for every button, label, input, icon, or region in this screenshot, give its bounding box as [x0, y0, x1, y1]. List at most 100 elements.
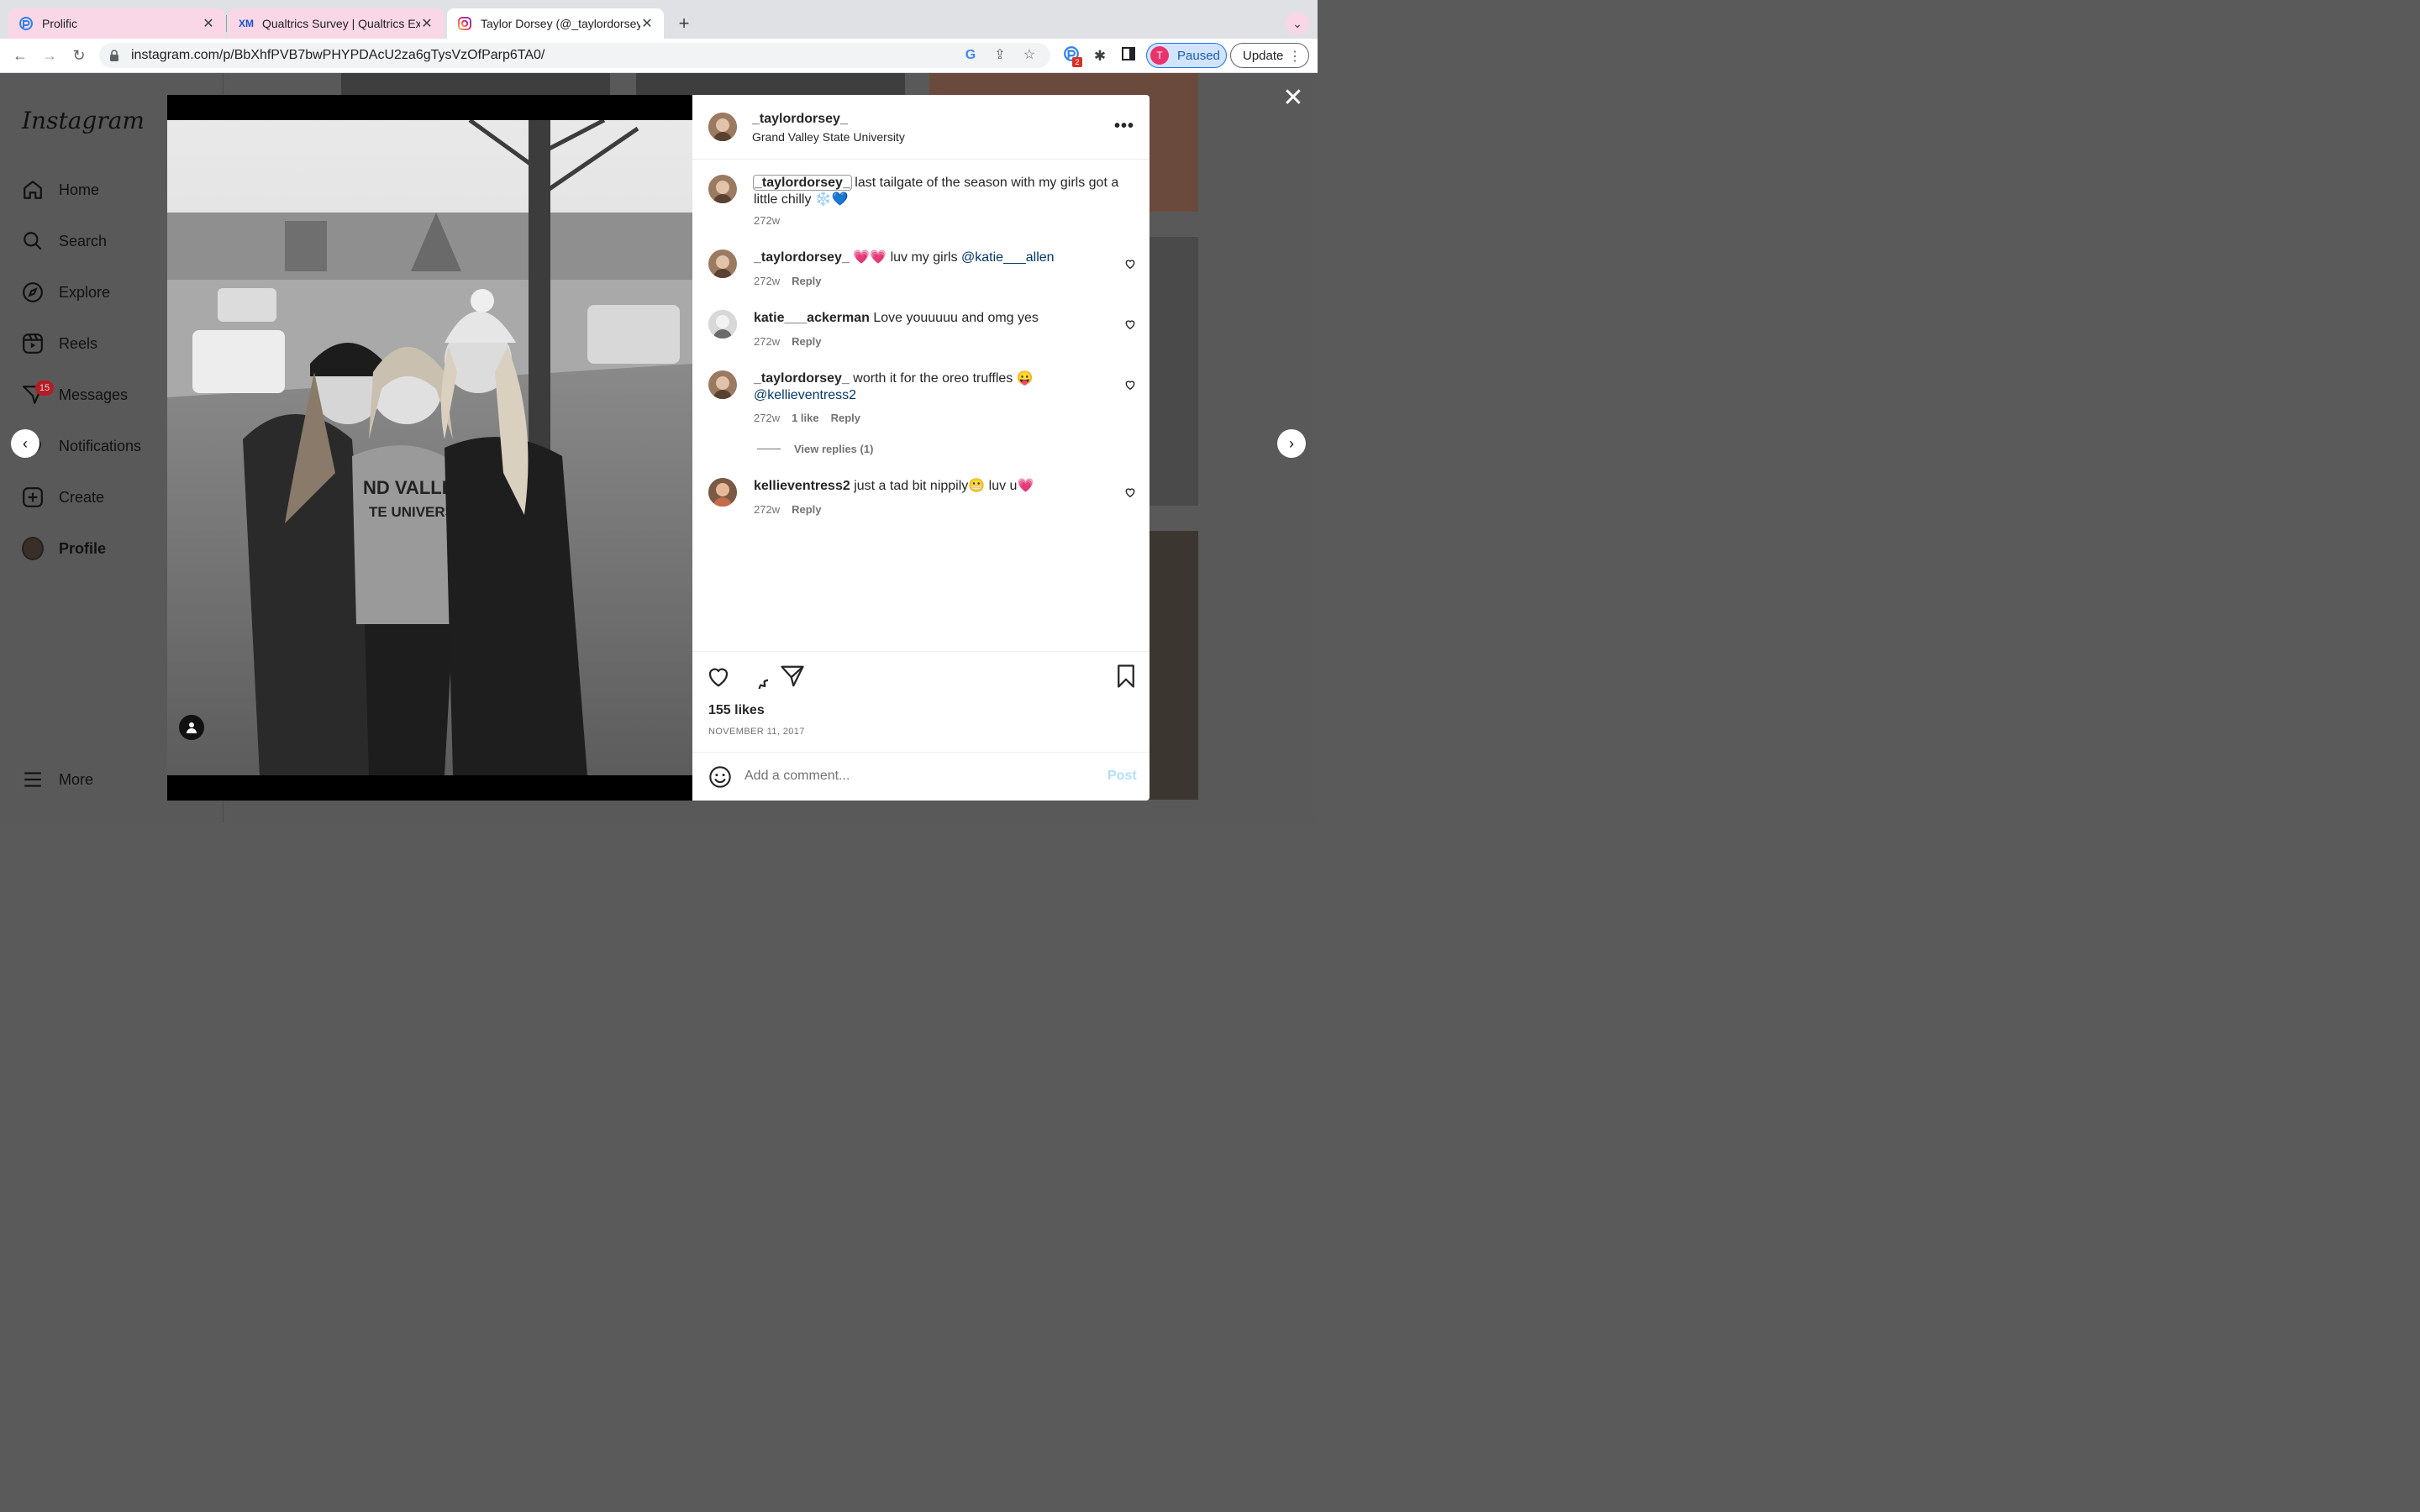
sidebar-label: Create	[59, 488, 105, 506]
avatar[interactable]	[708, 370, 737, 399]
timestamp[interactable]: 272w	[754, 275, 780, 287]
tagged-users-button[interactable]	[179, 715, 204, 740]
comment-author[interactable]: _taylordorsey_	[754, 371, 850, 386]
close-icon[interactable]: ✕	[1281, 86, 1305, 111]
reply-button[interactable]: Reply	[792, 503, 821, 516]
tab-divider	[226, 15, 227, 32]
reload-button[interactable]: ↻	[67, 44, 91, 67]
comment-meta: 272w Reply	[754, 335, 833, 348]
comment-mention[interactable]: @kellieventress2	[754, 388, 856, 402]
timestamp[interactable]: 272w	[754, 335, 780, 348]
post-location[interactable]: Grand Valley State University	[752, 130, 905, 144]
timestamp[interactable]: 272w	[754, 503, 780, 516]
instagram-logo[interactable]: Instagram	[22, 107, 145, 134]
close-tab-icon[interactable]: ✕	[202, 15, 215, 32]
sidebar-item-notifications[interactable]: Notifications	[22, 434, 141, 458]
sidebar-label: More	[59, 770, 94, 788]
avatar[interactable]	[708, 310, 737, 339]
close-tab-icon[interactable]: ✕	[420, 15, 434, 32]
tab-search-button[interactable]: ⌄	[1286, 12, 1309, 35]
share-icon[interactable]	[780, 664, 805, 689]
profile-button[interactable]: T Paused	[1146, 43, 1227, 68]
add-comment-bar: Post	[692, 752, 1150, 801]
avatar[interactable]	[708, 113, 737, 141]
sidebar-item-search[interactable]: Search	[22, 229, 107, 253]
close-tab-icon[interactable]: ✕	[640, 15, 654, 32]
like-comment-heart-icon[interactable]	[1124, 318, 1136, 330]
lock-icon[interactable]	[109, 50, 119, 61]
reply-button[interactable]: Reply	[831, 412, 860, 424]
prolific-extension-icon[interactable]: 2	[1060, 45, 1082, 67]
kebab-menu-icon[interactable]: ⋮	[1288, 48, 1302, 65]
comment-meta: 272w Reply	[754, 503, 833, 516]
new-tab-button[interactable]: +	[672, 12, 696, 35]
bookmark-star-icon[interactable]: ☆	[1021, 47, 1038, 64]
grid-thumbnail[interactable]	[341, 73, 610, 95]
forward-button[interactable]: →	[38, 44, 61, 67]
like-comment-heart-icon[interactable]	[1124, 486, 1136, 498]
reply-button[interactable]: Reply	[792, 275, 821, 287]
post-date[interactable]: NOVEMBER 11, 2017	[708, 727, 805, 737]
post-comment-button[interactable]: Post	[1107, 769, 1137, 784]
sidebar-item-create[interactable]: Create	[22, 486, 104, 509]
url-text[interactable]: instagram.com/p/BbXhfPVB7bwPHYPDAcU2za6g…	[131, 48, 962, 63]
sidebar-item-home[interactable]: Home	[22, 178, 99, 202]
comment-likes[interactable]: 1 like	[792, 412, 819, 424]
like-comment-heart-icon[interactable]	[1124, 258, 1136, 270]
comment-author[interactable]: kellieventress2	[754, 479, 850, 493]
like-count[interactable]: 155 likes	[708, 703, 765, 718]
timestamp[interactable]: 272w	[754, 214, 780, 227]
sidebar-label: Home	[59, 181, 100, 198]
avatar[interactable]	[708, 249, 737, 278]
comment-input[interactable]	[744, 769, 1081, 784]
post-author[interactable]: _taylordorsey_	[752, 112, 848, 127]
comment-author[interactable]: _taylordorsey_	[754, 250, 850, 265]
timestamp[interactable]: 272w	[754, 412, 780, 424]
view-replies-label: View replies (1)	[794, 443, 874, 455]
comment: _taylordorsey_ worth it for the oreo tru…	[754, 370, 1123, 404]
comment-text: worth it for the oreo truffles 😛	[849, 371, 1034, 386]
update-button[interactable]: Update ⋮	[1230, 43, 1309, 68]
comment-author[interactable]: katie___ackerman	[754, 311, 870, 325]
caption-author[interactable]: _taylordorsey_	[753, 175, 852, 191]
view-replies-button[interactable]: View replies (1)	[757, 443, 873, 455]
tab-qualtrics[interactable]: XM Qualtrics Survey | Qualtrics Exp ✕	[229, 8, 444, 39]
comment-meta: 272w Reply	[754, 275, 833, 287]
sidebar-item-explore[interactable]: Explore	[22, 281, 110, 304]
post-media[interactable]: ND VALLE TE UNIVERSI	[167, 95, 692, 801]
grid-thumbnail[interactable]	[636, 73, 905, 95]
back-button[interactable]: ←	[8, 44, 32, 67]
side-panel-icon[interactable]	[1118, 45, 1139, 67]
avatar[interactable]	[708, 175, 737, 203]
avatar: T	[1150, 46, 1169, 65]
post-photo[interactable]: ND VALLE TE UNIVERSI	[167, 120, 692, 775]
tab-instagram[interactable]: Taylor Dorsey (@_taylordorsey ✕	[447, 8, 664, 39]
reply-button[interactable]: Reply	[792, 335, 821, 348]
comment: _taylordorsey_ 💗💗 luv my girls @katie___…	[754, 249, 1123, 266]
share-page-icon[interactable]: ⇪	[992, 47, 1008, 64]
post-details-panel: _taylordorsey_ Grand Valley State Univer…	[692, 95, 1150, 801]
address-bar[interactable]: instagram.com/p/BbXhfPVB7bwPHYPDAcU2za6g…	[99, 43, 1050, 68]
comment-mention[interactable]: @katie___allen	[961, 250, 1055, 265]
avatar[interactable]	[708, 478, 737, 507]
like-comment-heart-icon[interactable]	[1124, 379, 1136, 391]
bookmark-icon[interactable]	[1113, 664, 1139, 689]
extensions-puzzle-icon[interactable]: ✱	[1089, 45, 1111, 67]
tab-prolific[interactable]: Prolific ✕	[8, 8, 225, 39]
comment: kellieventress2 just a tad bit nippily😬 …	[754, 478, 1123, 495]
messages-badge: 15	[35, 381, 54, 396]
heart-icon[interactable]	[706, 664, 731, 689]
more-icon[interactable]: •••	[1114, 117, 1134, 136]
sidebar-item-more[interactable]: More	[22, 768, 93, 791]
sidebar-label: Messages	[59, 386, 129, 403]
google-lens-icon[interactable]: G	[962, 47, 979, 64]
comment-text: 💗💗 luv my girls	[849, 250, 962, 265]
sidebar-label: Reels	[59, 334, 98, 352]
emoji-icon[interactable]	[708, 765, 732, 789]
previous-post-button[interactable]: ‹	[11, 429, 39, 458]
sidebar-item-reels[interactable]: Reels	[22, 332, 97, 355]
comment-icon[interactable]	[743, 664, 768, 689]
instagram-favicon-icon	[458, 17, 471, 30]
next-post-button[interactable]: ›	[1277, 429, 1306, 458]
sidebar-item-profile[interactable]: Profile	[22, 537, 106, 560]
